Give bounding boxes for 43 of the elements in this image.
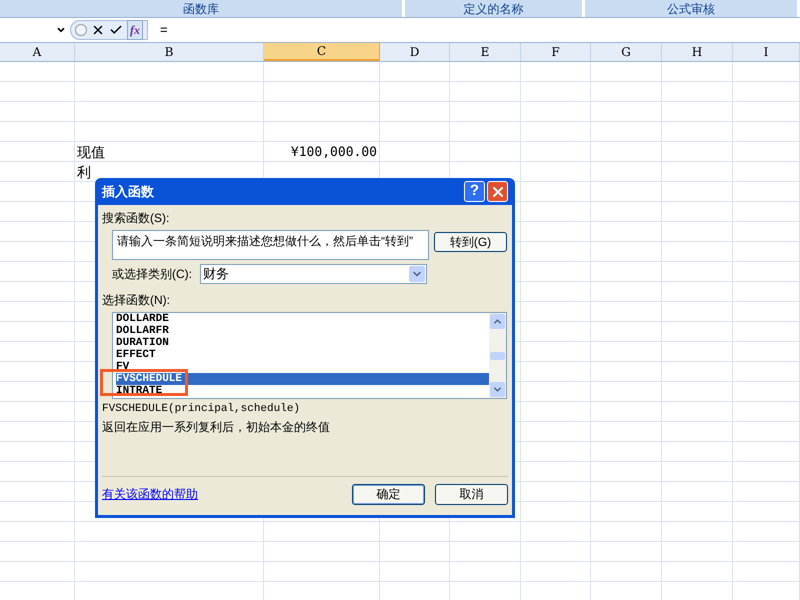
function-signature: FVSCHEDULE(principal,schedule): [102, 402, 302, 417]
cell-value: ¥100,000.00: [290, 144, 378, 161]
cancel-icon[interactable]: [91, 23, 105, 37]
ribbon-group-label: 公式审核: [585, 0, 800, 17]
function-item[interactable]: DOLLARDE: [116, 313, 169, 325]
column-header[interactable]: A: [0, 43, 75, 61]
go-button[interactable]: 转到(G): [434, 232, 507, 252]
column-header[interactable]: D: [380, 43, 450, 61]
column-header[interactable]: F: [521, 43, 591, 61]
function-item[interactable]: INTRATE: [116, 385, 162, 397]
ribbon-group-label: 函数库: [0, 0, 405, 17]
function-item[interactable]: DURATION: [116, 337, 169, 349]
help-button[interactable]: ?: [464, 181, 485, 202]
window-title: 插入函数: [102, 182, 154, 201]
column-header[interactable]: H: [662, 43, 733, 61]
dialog-button[interactable]: 确定: [352, 484, 425, 504]
close-button[interactable]: [487, 181, 508, 202]
function-item[interactable]: FV: [116, 361, 130, 373]
cell-text: 利: [76, 164, 91, 181]
ribbon-group-label: 定义的名称: [405, 0, 585, 17]
insert-function-button[interactable]: fx: [127, 20, 143, 40]
column-header[interactable]: I: [733, 43, 800, 61]
function-item[interactable]: FVSCHEDULE: [116, 373, 489, 385]
cell-text: 现值: [76, 144, 105, 161]
scrollbar[interactable]: [489, 313, 506, 398]
function-description: 返回在应用一系列复利后，初始本金的终值: [102, 418, 331, 436]
dropdown-button[interactable]: [409, 266, 425, 282]
formula-input[interactable]: =: [160, 20, 168, 40]
help-link[interactable]: 有关该函数的帮助: [102, 485, 198, 503]
dropdown-icon: [56, 25, 66, 35]
scroll-thumb[interactable]: [490, 352, 505, 360]
dialog-button[interactable]: 取消: [435, 484, 508, 504]
column-header[interactable]: G: [591, 43, 662, 61]
category-label: 或选择类别(C):: [112, 266, 193, 283]
function-item[interactable]: EFFECT: [116, 349, 156, 361]
category-select[interactable]: 财务: [200, 264, 427, 284]
search-label: 搜索函数(S):: [102, 210, 170, 227]
column-header[interactable]: C: [264, 43, 380, 61]
search-field[interactable]: 请输入一条简短说明来描述您想做什么，然后单击“转到”: [112, 230, 429, 260]
column-header[interactable]: E: [450, 43, 521, 61]
category-value: 财务: [203, 265, 229, 284]
function-item[interactable]: DOLLARFR: [116, 325, 169, 337]
list-label: 选择函数(N):: [102, 292, 171, 309]
